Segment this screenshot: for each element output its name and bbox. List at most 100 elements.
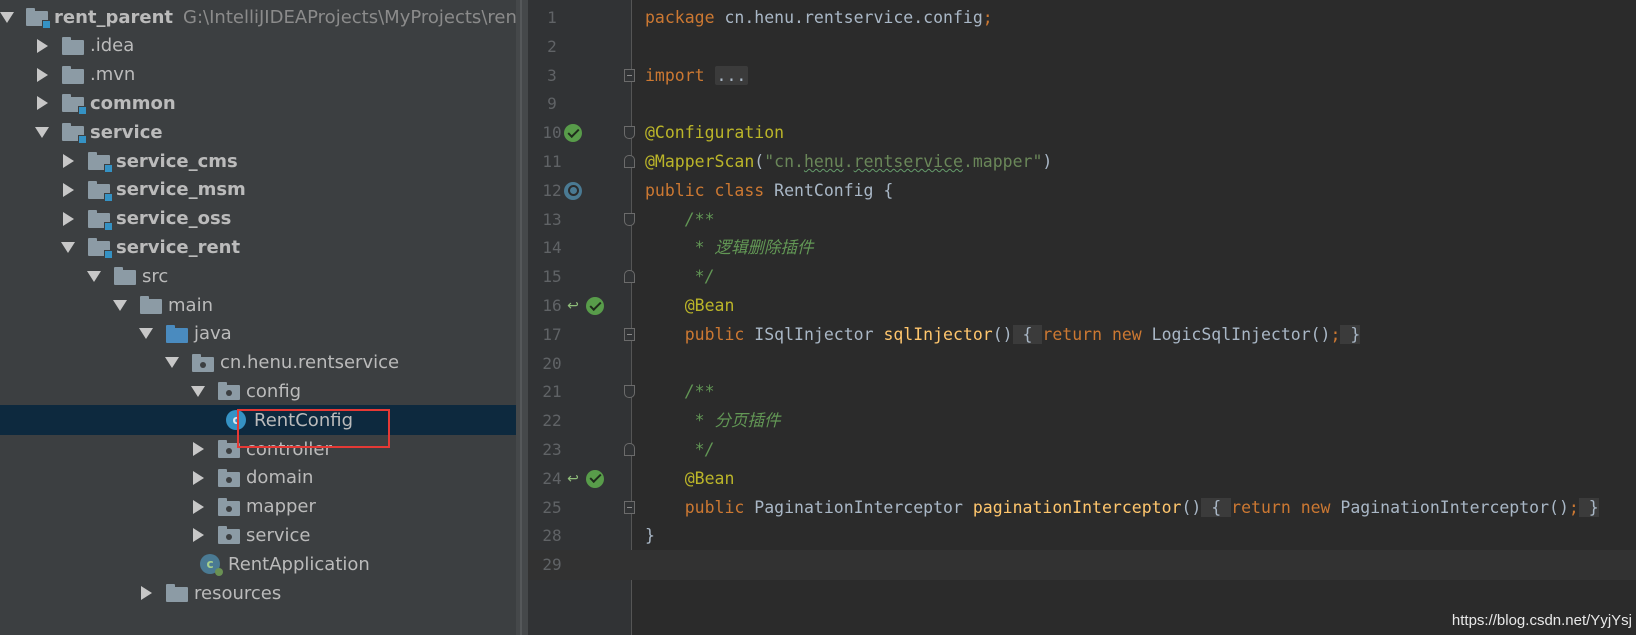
tree-item-config[interactable]: config bbox=[0, 376, 516, 406]
line-number[interactable]: 2 bbox=[528, 32, 576, 62]
code-line[interactable]: 21 /** bbox=[528, 377, 1636, 407]
tree-item-src[interactable]: src bbox=[0, 261, 516, 291]
code-line[interactable]: 13 /** bbox=[528, 205, 1636, 235]
fold-expand-icon[interactable] bbox=[624, 500, 635, 514]
collapse-arrow-right-icon[interactable] bbox=[190, 470, 206, 486]
fold-start-icon[interactable] bbox=[624, 212, 635, 226]
tree-item-common[interactable]: common bbox=[0, 88, 516, 118]
tree-item-controller[interactable]: controller bbox=[0, 434, 516, 464]
code-line[interactable]: 1 package cn.henu.rentservice.config; bbox=[528, 3, 1636, 33]
code-editor[interactable]: 1 package cn.henu.rentservice.config; 2 3 im… bbox=[528, 0, 1636, 635]
line-number[interactable]: 11 bbox=[528, 147, 576, 177]
code-line[interactable]: 14 * 逻辑删除插件 bbox=[528, 233, 1636, 263]
tree-item-service-oss[interactable]: service_oss bbox=[0, 204, 516, 234]
code-line[interactable]: 11 @MapperScan("cn.henu.rentservice.mappe… bbox=[528, 147, 1636, 177]
collapse-arrow-right-icon[interactable] bbox=[60, 153, 76, 169]
code-line[interactable]: 29 bbox=[528, 550, 1636, 581]
collapse-arrow-right-icon[interactable] bbox=[60, 182, 76, 198]
line-number[interactable]: 13 bbox=[528, 205, 576, 235]
code-line[interactable]: 9 bbox=[528, 89, 1636, 119]
tree-item-label: controller bbox=[246, 438, 332, 460]
line-number[interactable]: 21 bbox=[528, 377, 576, 407]
code-line[interactable]: 16 ↩ @Bean bbox=[528, 291, 1636, 321]
bean-navigation-arrow-icon[interactable]: ↩ bbox=[564, 297, 582, 315]
tree-item-idea[interactable]: .idea bbox=[0, 31, 516, 61]
collapse-arrow-right-icon[interactable] bbox=[34, 67, 50, 83]
spring-bean-check-icon[interactable] bbox=[586, 297, 604, 315]
tree-item-rent-parent[interactable]: rent_parent G:\IntelliJIDEAProjects\MyPro… bbox=[0, 2, 516, 32]
fold-expand-icon[interactable] bbox=[624, 327, 635, 341]
tree-item-service-rent[interactable]: service_rent bbox=[0, 232, 516, 262]
code-text: @Bean bbox=[645, 464, 735, 494]
code-line[interactable]: 24 ↩ @Bean bbox=[528, 464, 1636, 494]
spring-bean-check-icon[interactable] bbox=[586, 469, 604, 488]
module-folder-icon bbox=[88, 180, 113, 202]
line-number[interactable]: 28 bbox=[528, 521, 576, 551]
line-number[interactable]: 1 bbox=[528, 3, 576, 33]
line-number[interactable]: 3 bbox=[528, 61, 576, 91]
code-line[interactable]: 15 */ bbox=[528, 262, 1636, 292]
tree-item-service-cms[interactable]: service_cms bbox=[0, 146, 516, 176]
tree-item-mapper[interactable]: mapper bbox=[0, 492, 516, 522]
tree-item-mvn[interactable]: .mvn bbox=[0, 60, 516, 90]
collapse-arrow-right-icon[interactable] bbox=[138, 585, 154, 601]
line-number[interactable]: 25 bbox=[528, 493, 576, 523]
bean-navigation-arrow-icon[interactable]: ↩ bbox=[564, 470, 582, 488]
code-token: } bbox=[1340, 324, 1361, 344]
tree-item-service-pkg[interactable]: service bbox=[0, 520, 516, 550]
fold-end-icon[interactable] bbox=[624, 270, 635, 284]
fold-start-icon[interactable] bbox=[624, 385, 635, 399]
collapse-arrow-right-icon[interactable] bbox=[190, 527, 206, 543]
line-number[interactable]: 23 bbox=[528, 435, 576, 465]
panel-splitter[interactable] bbox=[516, 0, 528, 635]
tree-item-domain[interactable]: domain bbox=[0, 463, 516, 493]
tree-item-rentapplication[interactable]: c RentApplication bbox=[0, 549, 516, 579]
tree-item-java[interactable]: java bbox=[0, 319, 516, 349]
line-number[interactable]: 9 bbox=[528, 89, 576, 119]
expand-arrow-down-icon[interactable] bbox=[164, 355, 180, 371]
code-line[interactable]: 2 bbox=[528, 32, 1636, 62]
collapse-arrow-right-icon[interactable] bbox=[34, 95, 50, 111]
line-number[interactable]: 15 bbox=[528, 262, 576, 292]
spring-bean-check-icon[interactable] bbox=[564, 124, 582, 143]
tree-item-main[interactable]: main bbox=[0, 290, 516, 320]
code-token: return new bbox=[1231, 497, 1331, 517]
expand-arrow-down-icon[interactable] bbox=[112, 297, 128, 313]
tree-item-rentconfig[interactable]: c RentConfig bbox=[0, 405, 516, 436]
expand-arrow-down-icon[interactable] bbox=[138, 326, 154, 342]
tree-item-service-msm[interactable]: service_msm bbox=[0, 175, 516, 205]
code-line[interactable]: 22 * 分页插件 bbox=[528, 406, 1636, 436]
tree-item-label: cn.henu.rentservice bbox=[220, 352, 400, 374]
tree-item-package[interactable]: cn.henu.rentservice bbox=[0, 348, 516, 378]
expand-arrow-down-icon[interactable] bbox=[60, 239, 76, 255]
fold-start-icon[interactable] bbox=[624, 126, 635, 140]
fold-end-icon[interactable] bbox=[624, 443, 635, 456]
tree-item-resources[interactable]: resources bbox=[0, 578, 516, 608]
code-line[interactable]: 28} bbox=[528, 521, 1636, 551]
fold-expand-icon[interactable] bbox=[624, 68, 635, 82]
code-line[interactable]: 17 public ISqlInjector sqlInjector() { r… bbox=[528, 320, 1636, 350]
line-number[interactable]: 17 bbox=[528, 320, 576, 350]
line-number[interactable]: 22 bbox=[528, 406, 576, 436]
code-line[interactable]: 3 import ... bbox=[528, 61, 1636, 91]
expand-arrow-down-icon[interactable] bbox=[86, 268, 102, 284]
expand-arrow-down-icon[interactable] bbox=[34, 124, 50, 140]
collapse-arrow-right-icon[interactable] bbox=[60, 211, 76, 227]
collapse-arrow-right-icon[interactable] bbox=[190, 499, 206, 515]
code-line[interactable]: 20 bbox=[528, 349, 1636, 379]
line-number[interactable]: 20 bbox=[528, 349, 576, 379]
spring-bean-config-icon[interactable] bbox=[564, 181, 582, 200]
collapse-arrow-right-icon[interactable] bbox=[34, 38, 50, 54]
expand-arrow-down-icon[interactable] bbox=[0, 9, 14, 25]
line-number[interactable]: 14 bbox=[528, 233, 576, 263]
code-line[interactable]: 12 public class RentConfig { bbox=[528, 176, 1636, 206]
fold-end-icon[interactable] bbox=[624, 155, 635, 168]
code-line[interactable]: 25 public PaginationInterceptor paginati… bbox=[528, 493, 1636, 523]
line-number[interactable]: 29 bbox=[528, 550, 576, 580]
tree-item-service[interactable]: service bbox=[0, 117, 516, 147]
expand-arrow-down-icon[interactable] bbox=[190, 383, 206, 399]
collapse-arrow-right-icon[interactable] bbox=[190, 441, 206, 457]
code-line[interactable]: 23 */ bbox=[528, 435, 1636, 465]
code-line[interactable]: 10 @Configuration bbox=[528, 118, 1636, 148]
